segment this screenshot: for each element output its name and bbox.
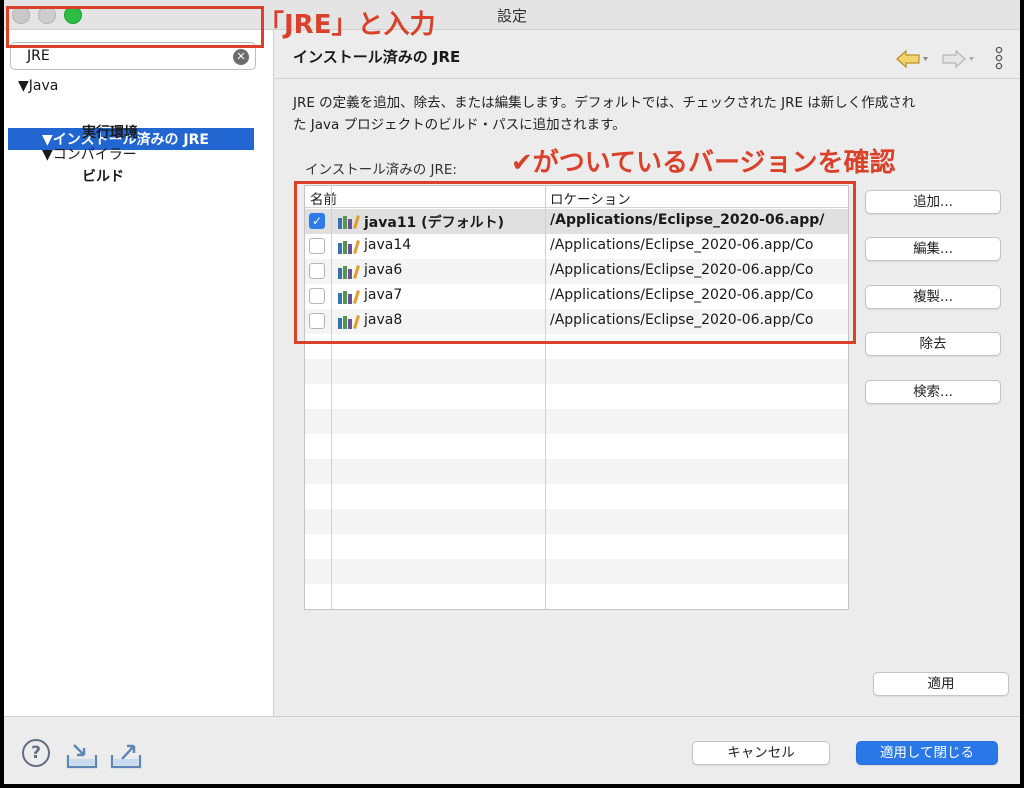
footer-bar: ? キャンセル 適用して閉じる (4, 716, 1020, 784)
cancel-button[interactable]: キャンセル (692, 741, 830, 765)
preferences-window: 設定 JRE ✕ ▼Java ▼インストール済みの JRE 実行環境 ▼コンパイ… (4, 0, 1020, 784)
empty-row (305, 584, 848, 609)
empty-row (305, 359, 848, 384)
clear-search-icon[interactable]: ✕ (233, 49, 249, 65)
apply-and-close-button[interactable]: 適用して閉じる (856, 741, 998, 765)
import-icon[interactable] (66, 741, 98, 769)
empty-row (305, 434, 848, 459)
forward-arrow-icon[interactable] (941, 48, 975, 70)
tree-item-java[interactable]: ▼Java (18, 78, 58, 94)
add-button[interactable]: 追加... (865, 190, 1001, 214)
tree-item-execution-env[interactable]: 実行環境 (82, 122, 138, 142)
apply-button[interactable]: 適用 (873, 672, 1009, 696)
table-highlight-box (294, 181, 856, 344)
title-separator (275, 78, 1020, 79)
edit-button[interactable]: 編集... (865, 237, 1001, 261)
tree-item-compiler[interactable]: ▼コンパイラー (42, 144, 137, 164)
empty-row (305, 484, 848, 509)
export-icon[interactable] (110, 741, 142, 769)
empty-row (305, 559, 848, 584)
tree-item-build[interactable]: ビルド (82, 166, 124, 186)
search-input-value: JRE (27, 48, 50, 64)
empty-row (305, 534, 848, 559)
check-annotation: ✔がついているバージョンを確認 (511, 148, 896, 178)
sidebar: JRE ✕ ▼Java ▼インストール済みの JRE 実行環境 ▼コンパイラー … (4, 30, 274, 716)
search-highlight-box (6, 6, 264, 48)
page-title: インストール済みの JRE (293, 48, 461, 66)
view-menu-icon[interactable] (993, 46, 1005, 72)
description: JRE の定義を追加、除去、または編集します。デフォルトでは、チェックされた J… (293, 95, 916, 133)
back-arrow-icon[interactable] (895, 48, 929, 70)
empty-row (305, 509, 848, 534)
help-icon[interactable]: ? (22, 739, 50, 767)
empty-row (305, 409, 848, 434)
empty-row (305, 459, 848, 484)
empty-row (305, 384, 848, 409)
search-button[interactable]: 検索... (865, 380, 1001, 404)
installed-jre-label: インストール済みの JRE: (305, 162, 457, 178)
main-panel: インストール済みの JRE JRE の定義を追加、除去、または編集します。デフォ… (275, 30, 1020, 716)
remove-button[interactable]: 除去 (865, 332, 1001, 356)
duplicate-button[interactable]: 複製... (865, 285, 1001, 309)
